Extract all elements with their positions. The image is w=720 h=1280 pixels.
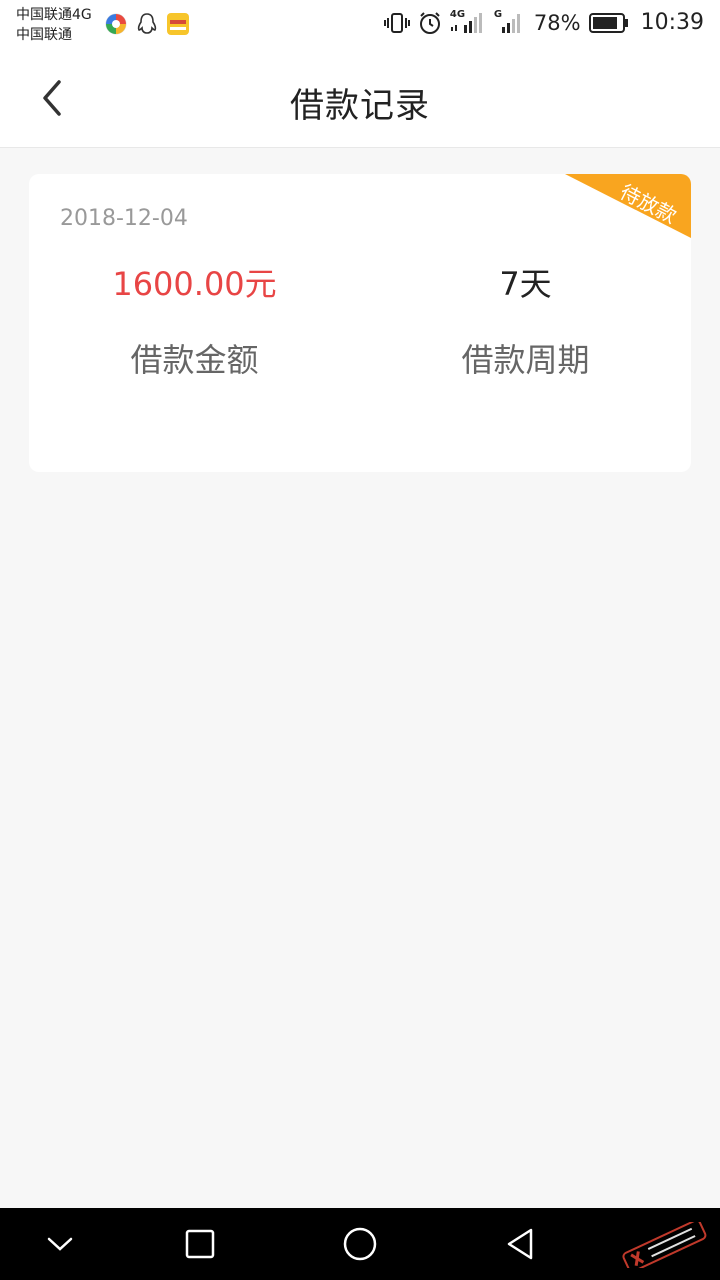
- clock: 10:39: [640, 10, 704, 35]
- loan-period-column: 7天 借款周期: [360, 262, 691, 380]
- loan-record-card[interactable]: 2018-12-04 待放款 1600.00元 借款金额 7天 借款周期: [29, 174, 691, 472]
- status-bar: 中国联通4G 中国联通 4G G 78% 10:39: [0, 0, 720, 50]
- battery-percent: 78%: [533, 10, 581, 35]
- home-button[interactable]: [338, 1222, 382, 1266]
- shop-app-icon: [167, 13, 189, 35]
- status-indicators: 4G G 78% 10:39: [383, 9, 704, 35]
- signal-4g-icon: 4G: [450, 9, 486, 35]
- loan-amount-label: 借款金额: [130, 341, 259, 379]
- header: 借款记录: [0, 50, 720, 148]
- carrier-1: 中国联通4G: [16, 7, 92, 23]
- chevron-down-icon: [47, 1237, 73, 1251]
- battery-icon: [588, 12, 628, 33]
- circle-icon: [343, 1227, 377, 1261]
- hide-nav-button[interactable]: [38, 1222, 82, 1266]
- signal-g-icon: G: [494, 9, 526, 35]
- vibrate-icon: [383, 12, 410, 33]
- loan-period-label: 借款周期: [461, 341, 590, 379]
- carrier-2: 中国联通: [16, 27, 72, 43]
- square-icon: [185, 1229, 215, 1259]
- carrier-info: 中国联通4G 中国联通: [16, 5, 92, 45]
- triangle-back-icon: [507, 1228, 533, 1260]
- qq-penguin-icon: [137, 13, 157, 34]
- back-nav-button[interactable]: [498, 1222, 542, 1266]
- notification-icons: [104, 12, 190, 36]
- status-badge: 待放款: [565, 174, 691, 238]
- watermark-logo-icon: [622, 1222, 707, 1268]
- recent-apps-button[interactable]: [178, 1222, 222, 1266]
- app-pinwheel-icon: [105, 13, 127, 35]
- loan-date: 2018-12-04: [60, 206, 188, 231]
- system-nav-bar: [0, 1208, 720, 1280]
- page-title: 借款记录: [290, 86, 430, 126]
- loan-amount-value: 1600.00元: [112, 265, 277, 303]
- loan-amount-column: 1600.00元 借款金额: [29, 262, 360, 380]
- alarm-icon: [419, 11, 440, 34]
- loan-period-value: 7天: [499, 265, 552, 303]
